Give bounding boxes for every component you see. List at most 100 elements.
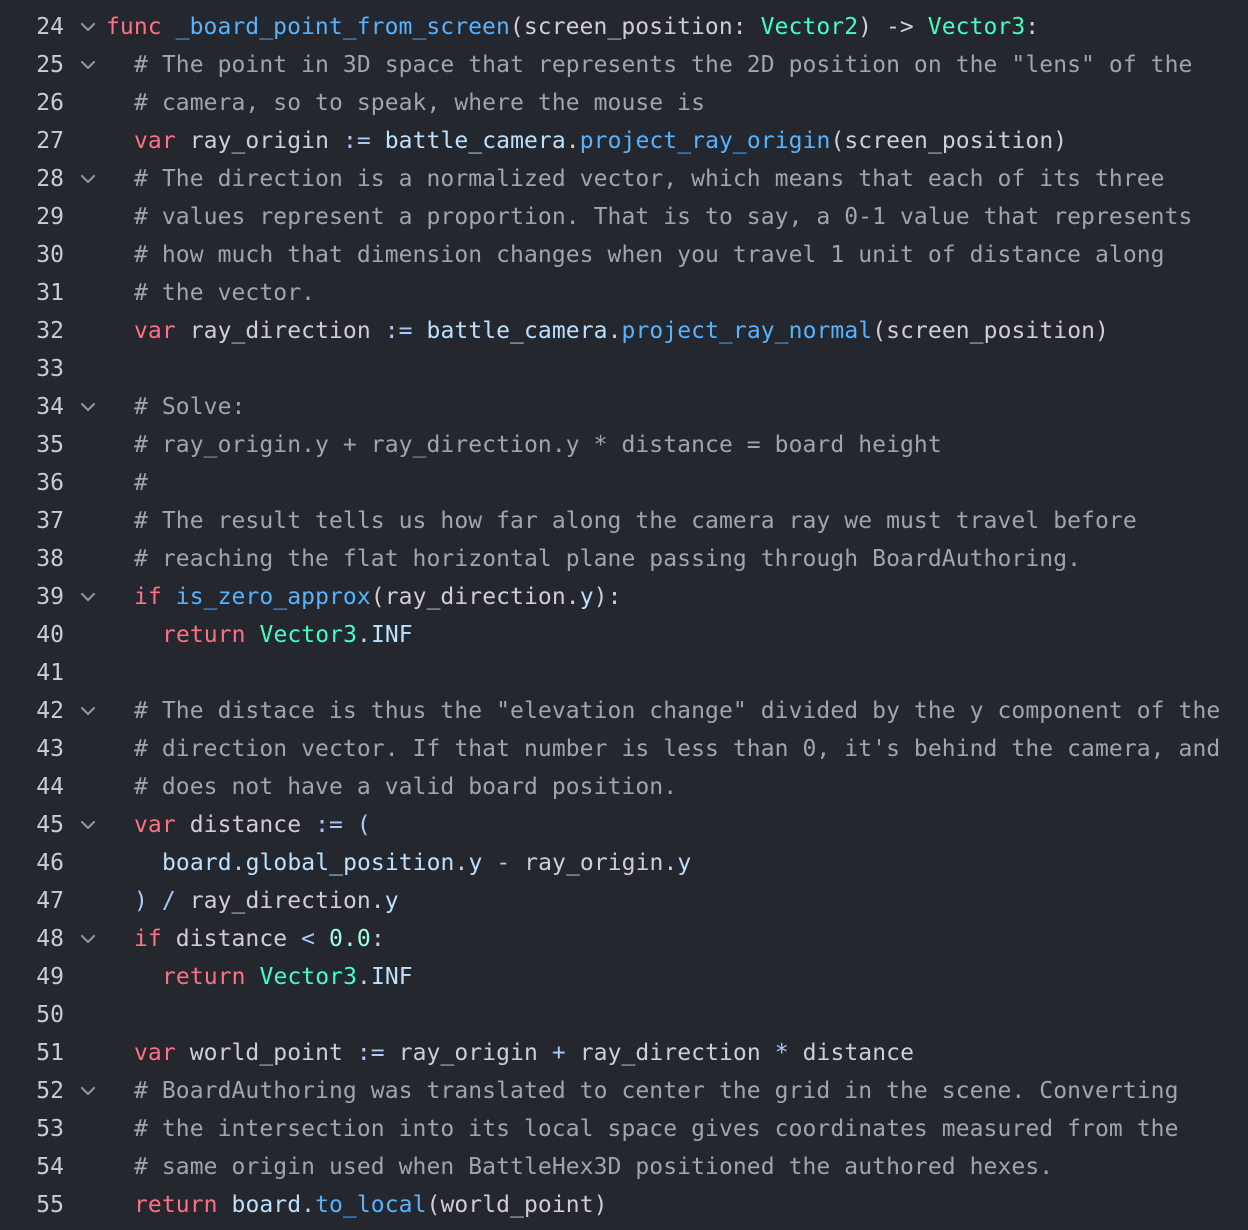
code-text: var distance := ( [134,806,371,844]
code-text: # reaching the flat horizontal plane pas… [134,540,1081,578]
code-line[interactable]: 32 var ray_direction := battle_camera.pro… [0,312,1248,350]
chevron-down-icon[interactable] [78,8,98,46]
code-line[interactable]: 30 # how much that dimension changes when… [0,236,1248,274]
code-editor[interactable]: 24 func _board_point_from_screen(screen_p… [0,8,1248,1230]
code-line[interactable]: 39 if is_zero_approx(ray_direction.y): [0,578,1248,616]
code-line[interactable]: 41 [0,654,1248,692]
code-token: ): [593,584,622,610]
chevron-down-icon[interactable] [78,692,98,730]
code-line[interactable]: 29 # values represent a proportion. That … [0,198,1248,236]
code-line[interactable]: 44 # does not have a valid board position… [0,768,1248,806]
code-token: # The distace is thus the "elevation cha… [134,698,1221,724]
code-token: # The result tells us how far along the … [134,508,1137,534]
code-line[interactable]: 37 # The result tells us how far along th… [0,502,1248,540]
code-token: global_position [245,850,455,876]
chevron-down-icon[interactable] [78,46,98,84]
code-token: return [162,622,246,648]
code-token: # direction vector. If that number is le… [134,736,1221,762]
code-token: * [774,1040,789,1066]
code-token: var [134,318,176,344]
chevron-down-icon[interactable] [78,806,98,844]
code-token: := [342,128,371,154]
code-line[interactable]: 43 # direction vector. If that number is … [0,730,1248,768]
code-line[interactable]: 50 [0,996,1248,1034]
code-token: distance [161,926,302,952]
code-text: # how much that dimension changes when y… [134,236,1165,274]
code-token: := [384,318,413,344]
code-token: project_ray_normal [621,318,873,344]
line-number: 40 [36,622,64,648]
code-token: ray_direction. [175,888,385,914]
code-line[interactable]: 28 # The direction is a normalized vector… [0,160,1248,198]
code-line[interactable]: 31 # the vector. [0,274,1248,312]
code-line[interactable]: 34 # Solve: [0,388,1248,426]
code-token: (screen_position) [830,128,1068,154]
code-line[interactable]: 36 # [0,464,1248,502]
code-token: var [134,1040,176,1066]
code-token: to_local [315,1192,427,1218]
line-number: 51 [36,1040,64,1066]
chevron-down-icon[interactable] [78,388,98,426]
code-line[interactable]: 55 return board.to_local(world_point) [0,1186,1248,1224]
code-line[interactable]: 24 func _board_point_from_screen(screen_p… [0,8,1248,46]
code-line[interactable]: 33 [0,350,1248,388]
code-line[interactable]: 52 # BoardAuthoring was translated to cen… [0,1072,1248,1110]
code-line[interactable]: 47) / ray_direction.y [0,882,1248,920]
code-token: ( [356,812,371,838]
code-text: # BoardAuthoring was translated to cente… [134,1072,1179,1110]
code-token: board [231,1192,302,1218]
code-line[interactable]: 27 var ray_origin := battle_camera.projec… [0,122,1248,160]
code-line[interactable]: 54 # same origin used when BattleHex3D po… [0,1148,1248,1186]
code-token: # values represent a proportion. That is… [134,204,1193,230]
code-token: # the vector. [134,280,316,306]
code-token: distance [788,1040,915,1066]
line-number: 52 [36,1078,64,1104]
code-token: # BoardAuthoring was translated to cente… [134,1078,1179,1104]
code-token: Vector3 [259,964,358,990]
code-text: # values represent a proportion. That is… [134,198,1192,236]
line-number: 27 [36,128,64,154]
code-text: ) / ray_direction.y [134,882,399,920]
code-token: func [106,14,162,40]
chevron-down-icon[interactable] [78,160,98,198]
chevron-down-icon[interactable] [78,920,98,958]
code-token: := [356,1040,385,1066]
code-line[interactable]: 51 var world_point := ray_origin + ray_di… [0,1034,1248,1072]
code-text: # The distace is thus the "elevation cha… [134,692,1220,730]
code-text: # The direction is a normalized vector, … [134,160,1165,198]
code-line[interactable]: 49 return Vector3.INF [0,958,1248,996]
code-line[interactable]: 25 # The point in 3D space that represent… [0,46,1248,84]
code-line[interactable]: 40 return Vector3.INF [0,616,1248,654]
code-token: INF [370,622,413,648]
code-token: var [134,812,176,838]
chevron-down-icon[interactable] [78,578,98,616]
chevron-down-icon[interactable] [78,1072,98,1110]
code-line[interactable]: 26 # camera, so to speak, where the mouse… [0,84,1248,122]
code-token: : [1025,14,1040,40]
line-number: 30 [36,242,64,268]
code-line[interactable]: 53 # the intersection into its local spac… [0,1110,1248,1148]
line-number: 45 [36,812,64,838]
line-number: 39 [36,584,64,610]
code-token: project_ray_origin [579,128,831,154]
code-token: var [134,128,176,154]
code-line[interactable]: 38 # reaching the flat horizontal plane p… [0,540,1248,578]
code-token: < [301,926,316,952]
code-line[interactable]: 45 var distance := ( [0,806,1248,844]
code-token: Vector3 [259,622,358,648]
code-token: # The point in 3D space that represents … [134,52,1193,78]
code-line[interactable]: 46 board.global_position.y - ray_origin.y [0,844,1248,882]
code-token: ) -> [858,14,928,40]
code-line[interactable]: 42 # The distace is thus the "elevation c… [0,692,1248,730]
code-line[interactable]: 48 if distance < 0.0: [0,920,1248,958]
code-line[interactable]: 35 # ray_origin.y + ray_direction.y * dis… [0,426,1248,464]
code-text: # The result tells us how far along the … [134,502,1137,540]
code-token: ray_direction [175,318,385,344]
line-number: 38 [36,546,64,572]
line-number: 26 [36,90,64,116]
code-token: # ray_origin.y + ray_direction.y * dista… [134,432,942,458]
code-token: ) [134,888,148,914]
